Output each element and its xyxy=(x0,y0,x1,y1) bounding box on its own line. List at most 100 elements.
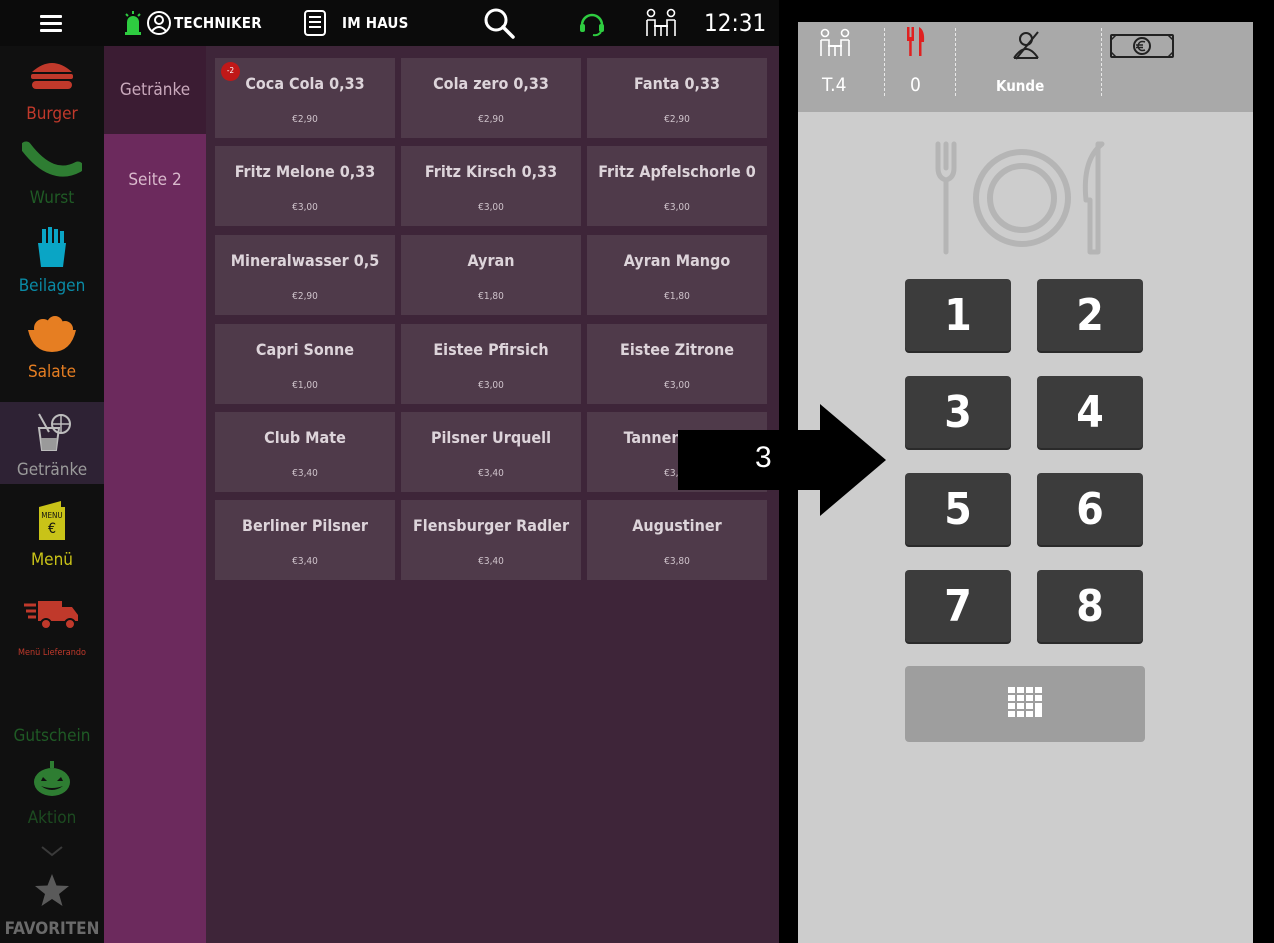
product-tile[interactable]: Cola zero 0,33 €2,90 xyxy=(401,58,581,138)
guest-key-5[interactable]: 5 xyxy=(905,473,1011,545)
chevron-down-icon[interactable] xyxy=(40,842,64,861)
product-tile[interactable]: Ayran €1,80 xyxy=(401,235,581,315)
product-name: Mineralwasser 0,5 xyxy=(230,251,380,270)
siren-icon[interactable] xyxy=(124,0,142,46)
category-label: Burger xyxy=(26,104,78,124)
product-tile[interactable]: Eistee Zitrone €3,00 xyxy=(587,324,767,404)
product-name: Eistee Zitrone xyxy=(619,340,734,359)
top-bar: TECHNIKER IM HAUS 12:31 xyxy=(0,0,779,46)
cash-icon xyxy=(1110,34,1174,62)
category-aktion[interactable]: Aktion xyxy=(0,750,104,832)
annotation-arrow xyxy=(678,404,888,516)
menu-badge-symbol: € xyxy=(47,521,56,537)
category-menue[interactable]: MENU € Menü xyxy=(0,492,104,574)
product-name: Ayran xyxy=(467,251,515,270)
product-tile[interactable]: Capri Sonne €1,00 xyxy=(215,324,395,404)
keypad-grid-icon xyxy=(1008,687,1042,721)
subcategory-seite-2[interactable]: Seite 2 xyxy=(104,136,206,224)
product-price: €1,80 xyxy=(478,291,504,302)
product-name: Eistee Pfirsich xyxy=(433,340,549,359)
product-price: €2,90 xyxy=(292,291,318,302)
category-wurst[interactable]: Wurst xyxy=(0,130,104,212)
customer-label: Kunde xyxy=(996,77,1045,95)
guest-key-3[interactable]: 3 xyxy=(905,376,1011,448)
guest-key-8[interactable]: 8 xyxy=(1037,570,1143,642)
table-selector[interactable]: T.4 xyxy=(798,22,882,112)
product-name: Fritz Kirsch 0,33 xyxy=(424,162,558,181)
product-price: €2,90 xyxy=(292,114,318,125)
subcategory-getraenke[interactable]: Getränke xyxy=(104,46,206,134)
category-label: Getränke xyxy=(16,460,88,480)
category-menue-lieferando[interactable]: Menü Lieferando xyxy=(0,580,104,662)
guest-key-6[interactable]: 6 xyxy=(1037,473,1143,545)
clock: 12:31 xyxy=(704,9,767,37)
headset-icon[interactable] xyxy=(578,0,606,46)
star-icon xyxy=(34,861,70,919)
category-getraenke[interactable]: Getränke xyxy=(0,402,104,484)
table-number: T.4 xyxy=(822,74,847,96)
subcategory-column: Getränke Seite 2 xyxy=(104,46,206,943)
menu-badge-text: MENU xyxy=(41,511,63,520)
sausage-icon xyxy=(22,130,82,188)
product-tile[interactable]: Pilsner Urquell €3,40 xyxy=(401,412,581,492)
numpad-button[interactable] xyxy=(905,666,1145,742)
search-icon[interactable] xyxy=(482,0,516,46)
guest-key-2[interactable]: 2 xyxy=(1037,279,1143,351)
product-price: €2,90 xyxy=(664,114,690,125)
category-label: Gutschein xyxy=(13,726,91,746)
category-favoriten[interactable]: FAVORITEN xyxy=(0,861,104,943)
product-tile[interactable]: Berliner Pilsner €3,40 xyxy=(215,500,395,580)
salad-icon xyxy=(25,304,79,362)
product-tile[interactable]: Fritz Apfelschorle 0 €3,00 xyxy=(587,146,767,226)
product-tile[interactable]: Eistee Pfirsich €3,00 xyxy=(401,324,581,404)
product-tile[interactable]: Fritz Melone 0,33 €3,00 xyxy=(215,146,395,226)
category-label: Aktion xyxy=(27,808,77,828)
category-label: FAVORITEN xyxy=(4,919,100,939)
pumpkin-icon xyxy=(32,750,72,808)
payment-button[interactable] xyxy=(1104,22,1184,112)
order-list-icon[interactable] xyxy=(304,0,326,46)
guest-key-4[interactable]: 4 xyxy=(1037,376,1143,448)
category-sidebar: Burger Wurst Beilagen Salate Getränke ME… xyxy=(0,46,104,943)
product-price: €3,40 xyxy=(292,468,318,479)
no-customer-icon xyxy=(1010,30,1042,64)
guest-count: 0 xyxy=(910,74,921,96)
customer-selector[interactable]: Kunde xyxy=(958,22,1100,112)
category-beilagen[interactable]: Beilagen xyxy=(0,218,104,300)
user-name[interactable]: TECHNIKER xyxy=(174,0,262,46)
product-price: €3,40 xyxy=(478,556,504,567)
burger-icon xyxy=(29,46,75,104)
hamburger-menu-icon[interactable] xyxy=(38,0,64,46)
delivery-truck-icon xyxy=(24,580,80,648)
product-price: €3,00 xyxy=(478,202,504,213)
table-guests-icon[interactable] xyxy=(644,0,678,46)
user-icon[interactable] xyxy=(146,0,172,46)
category-gutschein[interactable]: Gutschein xyxy=(0,666,104,750)
category-burger[interactable]: Burger xyxy=(0,46,104,128)
guest-count-selector[interactable]: 0 xyxy=(886,22,956,112)
drink-icon xyxy=(27,402,77,460)
category-label: Salate xyxy=(27,362,77,382)
guest-key-1[interactable]: 1 xyxy=(905,279,1011,351)
product-tile[interactable]: Mineralwasser 0,5 €2,90 xyxy=(215,235,395,315)
plate-cutlery-icon xyxy=(932,140,1112,260)
product-price: €3,40 xyxy=(292,556,318,567)
product-tile[interactable]: Fritz Kirsch 0,33 €3,00 xyxy=(401,146,581,226)
product-tile[interactable]: Fanta 0,33 €2,90 xyxy=(587,58,767,138)
service-mode[interactable]: IM HAUS xyxy=(342,0,409,46)
product-tile[interactable]: Ayran Mango €1,80 xyxy=(587,235,767,315)
product-price: €1,00 xyxy=(292,380,318,391)
product-tile[interactable]: Club Mate €3,40 xyxy=(215,412,395,492)
product-name: Flensburger Radler xyxy=(412,516,570,535)
category-label: Menü xyxy=(30,550,73,570)
table-guests-icon xyxy=(818,28,852,62)
product-name: Coca Cola 0,33 xyxy=(245,74,365,93)
category-salate[interactable]: Salate xyxy=(0,304,104,386)
product-tile[interactable]: -2 Coca Cola 0,33 €2,90 xyxy=(215,58,395,138)
guest-key-7[interactable]: 7 xyxy=(905,570,1011,642)
product-name: Club Mate xyxy=(264,428,346,447)
product-tile[interactable]: Flensburger Radler €3,40 xyxy=(401,500,581,580)
product-name: Fanta 0,33 xyxy=(634,74,720,93)
annotation-label: 3 xyxy=(755,441,772,474)
fries-icon xyxy=(33,218,71,276)
